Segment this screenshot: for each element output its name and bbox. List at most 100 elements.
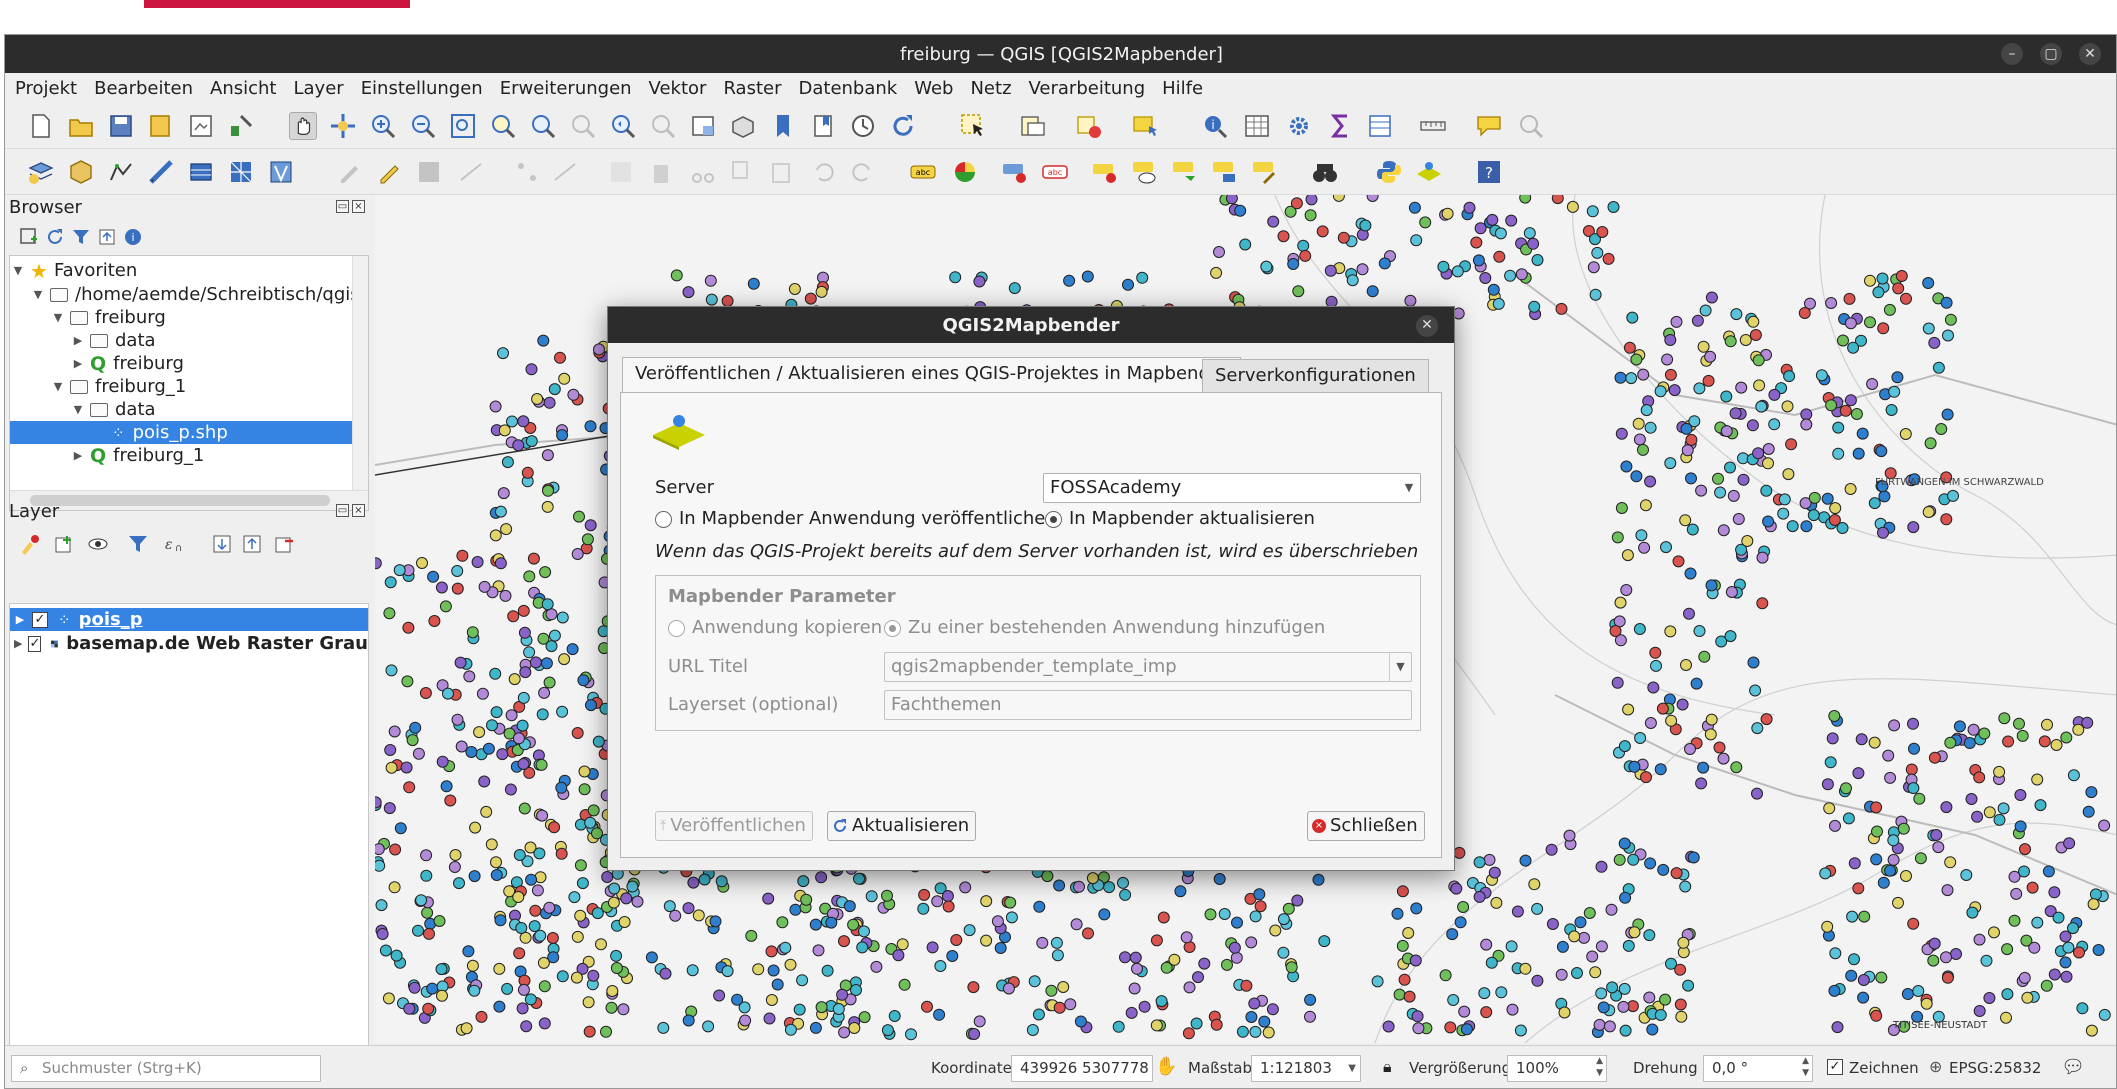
layerset-input[interactable]: Fachthemen xyxy=(884,690,1412,720)
expand-arrow-icon[interactable]: ▶ xyxy=(72,357,84,370)
statistics-sigma-icon[interactable] xyxy=(1327,112,1355,140)
new-temp-layer-icon[interactable] xyxy=(147,158,175,186)
delete-selected-icon[interactable] xyxy=(647,158,675,186)
expand-arrow-icon[interactable]: ▶ xyxy=(72,334,84,347)
zoom-in-icon[interactable] xyxy=(369,112,397,140)
label-show-hide-icon[interactable] xyxy=(1131,158,1159,186)
layer-item-pois-p[interactable]: ▶ ✓ ⁘ pois_p xyxy=(10,608,368,631)
add-to-app-radio-label[interactable]: Zu einer bestehenden Anwendung hinzufüge… xyxy=(908,617,1325,638)
server-select[interactable]: FOSSAcademy ▼ xyxy=(1043,473,1421,503)
spin-arrows-icon[interactable]: ▲ ▼ xyxy=(1596,1055,1603,1079)
tree-item-favoriten[interactable]: ▼ ★ Favoriten xyxy=(12,259,138,283)
save-as-icon[interactable] xyxy=(147,112,175,140)
menu-bearbeiten[interactable]: Bearbeiten xyxy=(94,78,193,99)
style-manager-icon[interactable] xyxy=(227,112,255,140)
locator-icon[interactable] xyxy=(1517,112,1545,140)
collapse-arrow-icon[interactable]: ▼ xyxy=(72,403,84,416)
float-panel-icon[interactable]: ▭ xyxy=(336,200,349,213)
new-map-view-icon[interactable] xyxy=(689,112,717,140)
cut-features-icon[interactable] xyxy=(689,158,717,186)
spin-arrows-icon[interactable]: ▲ ▼ xyxy=(1802,1055,1809,1079)
redo-icon[interactable] xyxy=(849,158,877,186)
tree-item-freiburg-1-project[interactable]: ▶ Qfreiburg_1 xyxy=(72,444,205,467)
menu-datenbank[interactable]: Datenbank xyxy=(799,78,898,99)
coordinate-field[interactable]: 439926 5307778 xyxy=(1011,1055,1153,1082)
label-abc-icon[interactable]: abc xyxy=(909,158,937,186)
url-title-select[interactable]: qgis2mapbender_template_imp ▼ xyxy=(884,652,1412,682)
python-console-icon[interactable] xyxy=(1375,158,1403,186)
filter-browser-icon[interactable] xyxy=(71,227,91,247)
toggle-editing-icon[interactable] xyxy=(375,158,403,186)
label-highlight-icon[interactable]: abc xyxy=(1041,158,1069,186)
scale-combobox[interactable]: 1:121803 ▼ xyxy=(1251,1055,1361,1082)
menu-netz[interactable]: Netz xyxy=(970,78,1011,99)
expand-all-icon[interactable] xyxy=(211,533,233,555)
select-features-icon[interactable] xyxy=(959,112,987,140)
magnifier-spinbox[interactable]: 100% ▲ ▼ xyxy=(1507,1055,1607,1082)
measure-line-icon[interactable] xyxy=(1419,112,1447,140)
plugin-binoculars-icon[interactable] xyxy=(1311,158,1339,186)
minimize-button[interactable]: – xyxy=(2001,43,2023,65)
add-virtual-layer-icon[interactable] xyxy=(187,158,215,186)
horizontal-scrollbar[interactable] xyxy=(10,490,368,510)
zoom-out-icon[interactable] xyxy=(409,112,437,140)
tree-item-freiburg[interactable]: ▼ freiburg xyxy=(52,306,166,329)
tree-item-pois-shp[interactable]: ⁘ pois_p.shp xyxy=(10,421,352,444)
help-icon[interactable]: ? xyxy=(1475,158,1503,186)
add-gpkg-icon[interactable] xyxy=(67,158,95,186)
expand-arrow-icon[interactable]: ▶ xyxy=(14,613,26,626)
new-shapefile-icon[interactable] xyxy=(107,158,135,186)
add-group-icon[interactable] xyxy=(53,533,75,555)
collapse-arrow-icon[interactable]: ▼ xyxy=(52,380,64,393)
select-location-icon[interactable] xyxy=(1131,112,1159,140)
locator-search-input[interactable]: ⌕ Suchmuster (Strg+K) xyxy=(11,1055,321,1082)
add-layer-icon[interactable] xyxy=(27,158,55,186)
zoom-next-icon[interactable] xyxy=(649,112,677,140)
label-edit-icon[interactable] xyxy=(1251,158,1279,186)
filter-expression-icon[interactable]: ε ∩ xyxy=(163,533,189,555)
crs-button[interactable]: EPSG:25832 xyxy=(1949,1059,2041,1077)
save-project-icon[interactable] xyxy=(107,112,135,140)
pan-map-icon[interactable] xyxy=(289,112,317,140)
close-panel-icon[interactable]: × xyxy=(352,504,365,517)
add-vector-tile-icon[interactable] xyxy=(267,158,295,186)
menu-einstellungen[interactable]: Einstellungen xyxy=(361,78,483,99)
copy-app-radio[interactable] xyxy=(668,620,685,637)
refresh-icon[interactable] xyxy=(889,112,917,140)
messages-icon[interactable]: 💬︎ xyxy=(2061,1055,2085,1078)
save-edits-icon[interactable] xyxy=(415,158,443,186)
menu-projekt[interactable]: Projekt xyxy=(15,78,77,99)
menu-erweiterungen[interactable]: Erweiterungen xyxy=(500,78,632,99)
menu-raster[interactable]: Raster xyxy=(723,78,781,99)
bookmarks-icon[interactable] xyxy=(809,112,837,140)
toggle-extents-icon[interactable]: ✋ xyxy=(1155,1056,1177,1077)
publish-radio[interactable] xyxy=(655,511,672,528)
publish-button[interactable]: ⤒ Veröffentlichen xyxy=(655,811,813,841)
pan-to-selection-icon[interactable] xyxy=(329,112,357,140)
collapse-all-icon[interactable] xyxy=(241,533,263,555)
menu-layer[interactable]: Layer xyxy=(294,78,344,99)
zoom-native-icon[interactable] xyxy=(569,112,597,140)
layer-visibility-checkbox[interactable]: ✓ xyxy=(28,635,42,652)
update-button[interactable]: Aktualisieren xyxy=(827,811,977,841)
close-window-button[interactable]: ✕ xyxy=(2079,43,2101,65)
add-to-app-radio[interactable] xyxy=(884,620,901,637)
copy-features-icon[interactable] xyxy=(727,158,755,186)
layer-visibility-checkbox[interactable]: ✓ xyxy=(32,611,48,628)
attribute-table-icon[interactable] xyxy=(1243,112,1271,140)
expand-arrow-icon[interactable]: ▶ xyxy=(72,449,84,462)
float-panel-icon[interactable]: ▭ xyxy=(336,504,349,517)
filter-legend-icon[interactable] xyxy=(127,533,149,555)
edit-table-icon[interactable] xyxy=(607,158,635,186)
tree-item-data-1[interactable]: ▼ data xyxy=(72,398,156,421)
label-move-icon[interactable] xyxy=(1091,158,1119,186)
identify-features-icon[interactable]: i xyxy=(1201,112,1229,140)
close-panel-icon[interactable]: × xyxy=(352,200,365,213)
vertical-scrollbar[interactable] xyxy=(352,256,368,490)
tree-item-home-folder[interactable]: ▼/home/aemde/Schreibtisch/qgise xyxy=(32,283,368,306)
collapse-arrow-icon[interactable]: ▼ xyxy=(12,264,24,277)
label-diagram-icon[interactable] xyxy=(951,158,979,186)
menu-web[interactable]: Web xyxy=(914,78,953,99)
rotation-spinbox[interactable]: 0,0 ° ▲ ▼ xyxy=(1703,1055,1813,1082)
vertex-tool-icon[interactable] xyxy=(513,158,541,186)
